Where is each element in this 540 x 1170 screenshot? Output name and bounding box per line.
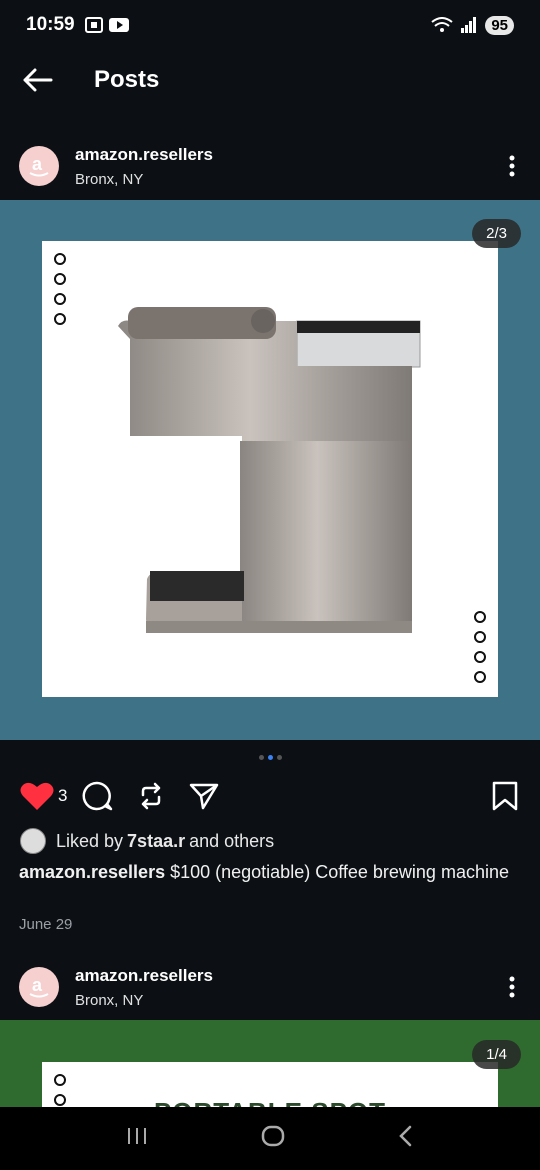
post-location[interactable]: Bronx, NY (75, 171, 213, 188)
like-button[interactable]: 3 (20, 781, 67, 811)
screenshot-icon (84, 17, 103, 33)
share-button[interactable] (189, 782, 219, 810)
back-button[interactable] (18, 60, 58, 100)
carousel-counter: 1/4 (472, 1040, 521, 1069)
liker-avatar (20, 828, 46, 854)
post-image-carousel-2[interactable]: PORTABLE SPOT 1/4 (0, 1020, 540, 1110)
post-username[interactable]: amazon.resellers (75, 145, 213, 165)
back-arrow-icon (23, 68, 53, 92)
liked-by-row[interactable]: Liked by 7staa.r and others (20, 828, 274, 854)
app-header: Posts (0, 56, 540, 104)
carousel-counter: 2/3 (472, 219, 521, 248)
youtube-icon (108, 18, 129, 32)
svg-text:a: a (32, 975, 43, 995)
page-title: Posts (94, 66, 160, 93)
carousel-dot (276, 755, 282, 760)
post-image-carousel[interactable]: 2/3 (0, 200, 540, 740)
system-nav-bar (0, 1107, 540, 1170)
heart-filled-icon (20, 782, 54, 810)
post-header: a amazon.resellers Bronx, NY (0, 136, 540, 196)
more-options-button[interactable] (502, 151, 522, 181)
post-actions: 3 (0, 776, 540, 816)
chevron-left-icon (398, 1125, 411, 1147)
home-icon (261, 1125, 285, 1147)
carousel-dot-active (267, 755, 273, 760)
status-time: 10:59 (26, 14, 75, 35)
post-location[interactable]: Bronx, NY (75, 992, 213, 1009)
caption-username[interactable]: amazon.resellers (19, 862, 165, 882)
post-image-2: PORTABLE SPOT (42, 1062, 498, 1110)
svg-text:a: a (32, 154, 43, 174)
system-back-button[interactable] (398, 1125, 414, 1152)
bookmark-icon (492, 781, 518, 811)
send-icon (190, 783, 219, 810)
avatar[interactable]: a (19, 146, 59, 186)
post-username[interactable]: amazon.resellers (75, 966, 213, 986)
wifi-icon (431, 17, 453, 32)
amazon-logo-icon: a (29, 975, 49, 998)
amazon-logo-icon: a (29, 154, 49, 177)
caption-text: $100 (negotiable) Coffee brewing machine (165, 862, 509, 882)
more-vertical-icon (509, 155, 515, 177)
more-options-button[interactable] (502, 972, 522, 1002)
recent-apps-icon (128, 1128, 147, 1144)
post-image (42, 241, 498, 697)
comment-button[interactable] (81, 780, 113, 812)
post-date: June 29 (19, 916, 73, 933)
post-header-2: a amazon.resellers Bronx, NY (0, 957, 540, 1017)
battery-indicator: 95 (485, 15, 514, 35)
coffee-machine-illustration (118, 307, 421, 633)
comment-icon (82, 781, 113, 811)
home-button[interactable] (261, 1125, 285, 1152)
liked-by-user[interactable]: 7staa.r (127, 831, 185, 852)
more-vertical-icon (509, 976, 515, 998)
status-bar: 10:59 95 (0, 0, 540, 50)
repost-icon (142, 782, 161, 810)
avatar[interactable]: a (19, 967, 59, 1007)
save-button[interactable] (492, 781, 518, 811)
carousel-dot (258, 755, 264, 760)
signal-icon (461, 17, 477, 33)
liked-by-prefix: Liked by (56, 830, 124, 851)
post-caption: amazon.resellers $100 (negotiable) Coffe… (19, 860, 519, 885)
carousel-dots (0, 755, 540, 760)
repost-button[interactable] (137, 781, 165, 811)
recent-apps-button[interactable] (126, 1126, 148, 1151)
like-count[interactable]: 3 (58, 786, 67, 806)
liked-by-suffix: and others (189, 830, 275, 851)
